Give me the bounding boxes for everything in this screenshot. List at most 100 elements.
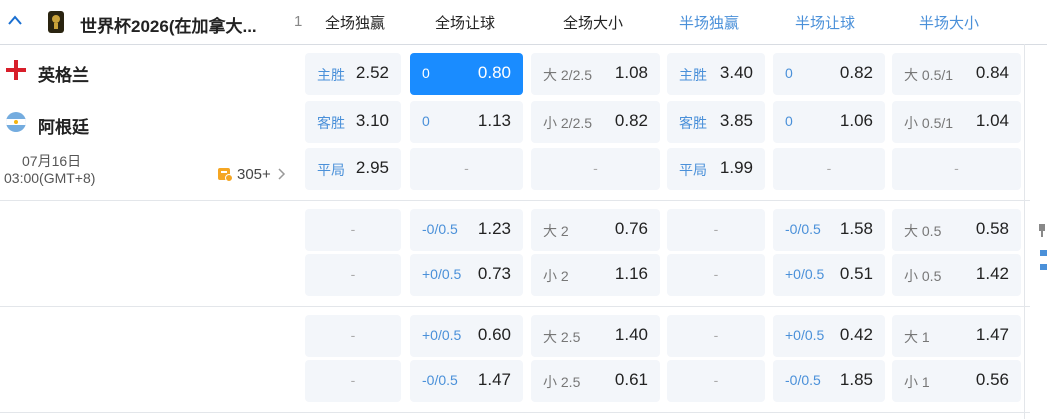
odds-value: 1.85 [839, 370, 873, 389]
odds-cell-fw[interactable]: 平局 2.95 [305, 148, 401, 190]
odds-cell-hw[interactable]: 平局 1.99 [667, 148, 765, 190]
odds-cell-ho[interactable]: 大 0.5/1 0.84 [892, 53, 1021, 95]
odds-cell-hw[interactable]: 客胜 3.85 [667, 101, 765, 143]
odds-value: 0.73 [477, 264, 511, 283]
odds-value: 1.40 [614, 325, 648, 344]
odds-cell-fo[interactable]: 大 2.5 1.40 [531, 315, 660, 357]
odds-cell-fh[interactable]: +0/0.5 0.73 [410, 254, 523, 296]
odds-label: 小 1 [904, 374, 930, 390]
odds-cell-fw: - [305, 209, 401, 251]
odds-cell-ho[interactable]: 小 0.5/1 1.04 [892, 101, 1021, 143]
empty-odds-dash: - [350, 266, 356, 282]
chevron-right-icon[interactable] [278, 168, 286, 180]
col-full-over-under: 全场大小 [562, 15, 623, 32]
col-full-handicap: 全场让球 [434, 15, 495, 32]
odds-label: 大 2.5 [543, 329, 581, 345]
odds-cell-fh: - [410, 148, 523, 190]
odds-cell-fw[interactable]: 客胜 3.10 [305, 101, 401, 143]
odds-cell-fo[interactable]: 小 2 1.16 [531, 254, 660, 296]
odds-cell-fh[interactable]: 0 1.13 [410, 101, 523, 143]
col-full-1x2: 全场独赢 [324, 15, 385, 32]
odds-cell-hh[interactable]: -0/0.5 1.85 [773, 360, 885, 402]
odds-label: 小 0.5/1 [904, 115, 954, 131]
odds-value: 0.82 [839, 63, 873, 82]
odds-cell-fw[interactable]: 主胜 2.52 [305, 53, 401, 95]
odds-cell-fh[interactable]: -0/0.5 1.23 [410, 209, 523, 251]
odds-label: 小 2/2.5 [543, 115, 593, 131]
odds-cell-hw: - [667, 254, 765, 296]
odds-label: -0/0.5 [785, 221, 821, 237]
league-name[interactable]: 世界杯2026(在加拿大... [80, 12, 257, 37]
odds-value: 0.80 [477, 63, 511, 82]
empty-odds-dash: - [826, 160, 832, 176]
header-divider [0, 44, 1047, 45]
home-team[interactable]: 英格兰 [38, 61, 89, 86]
chevron-up-icon[interactable] [8, 15, 22, 25]
odds-value: 1.13 [477, 111, 511, 130]
col-half-over-under: 半场大小 [918, 15, 979, 32]
odds-value: 1.58 [839, 219, 873, 238]
odds-value: 0.60 [477, 325, 511, 344]
odds-cell-fo[interactable]: 大 2 0.76 [531, 209, 660, 251]
odds-label: 0 [785, 65, 793, 81]
col-half-handicap: 半场让球 [794, 15, 855, 32]
empty-odds-dash: - [954, 160, 959, 176]
odds-cell-fw: - [305, 254, 401, 296]
empty-odds-dash: - [593, 160, 598, 176]
odds-value: 1.99 [719, 158, 753, 177]
odds-cell-hh[interactable]: -0/0.5 1.58 [773, 209, 885, 251]
pin-icon[interactable] [1037, 224, 1047, 238]
odds-cell-fh[interactable]: -0/0.5 1.47 [410, 360, 523, 402]
odds-cell-ho[interactable]: 大 0.5 0.58 [892, 209, 1021, 251]
odds-label: 小 2 [543, 268, 569, 284]
odds-value: 0.42 [839, 325, 873, 344]
odds-cell-fh[interactable]: +0/0.5 0.60 [410, 315, 523, 357]
odds-label: 平局 [679, 162, 707, 178]
odds-label: 大 2/2.5 [543, 67, 593, 83]
empty-odds-dash: - [350, 221, 356, 237]
odds-label: 大 0.5/1 [904, 67, 954, 83]
away-team[interactable]: 阿根廷 [38, 113, 89, 138]
odds-cell-fh[interactable]: 0 0.80 [410, 53, 523, 95]
odds-value: 0.58 [975, 219, 1009, 238]
odds-cell-hw: - [667, 360, 765, 402]
odds-cell-fo[interactable]: 小 2/2.5 0.82 [531, 101, 660, 143]
odds-value: 2.52 [355, 63, 389, 82]
odds-value: 1.47 [975, 325, 1009, 344]
odds-value: 0.56 [975, 370, 1009, 389]
odds-cell-fo: - [531, 148, 660, 190]
odds-cell-ho[interactable]: 大 1 1.47 [892, 315, 1021, 357]
odds-cell-fo[interactable]: 小 2.5 0.61 [531, 360, 660, 402]
odds-cell-ho[interactable]: 小 0.5 1.42 [892, 254, 1021, 296]
odds-value: 1.04 [975, 111, 1009, 130]
side-marker-2[interactable] [1040, 264, 1047, 270]
odds-label: 大 0.5 [904, 223, 942, 239]
odds-label: 小 0.5 [904, 268, 942, 284]
odds-cell-hh[interactable]: +0/0.5 0.51 [773, 254, 885, 296]
odds-label: 0 [422, 113, 430, 129]
section-divider [0, 306, 1030, 307]
odds-value: 0.76 [614, 219, 648, 238]
odds-value: 0.51 [839, 264, 873, 283]
col-half-1x2: 半场独赢 [678, 15, 739, 32]
section-divider [0, 200, 1030, 201]
empty-odds-dash: - [713, 221, 719, 237]
league-match-count: 1 [294, 13, 303, 30]
side-marker-1[interactable] [1040, 250, 1047, 256]
empty-odds-dash: - [350, 327, 356, 343]
odds-cell-hh: - [773, 148, 885, 190]
odds-value: 1.42 [975, 264, 1009, 283]
odds-label: -0/0.5 [785, 372, 821, 388]
argentina-flag-icon [6, 112, 26, 132]
odds-cell-hh[interactable]: 0 0.82 [773, 53, 885, 95]
more-markets-count[interactable]: 305+ [237, 166, 271, 183]
odds-cell-hh[interactable]: +0/0.5 0.42 [773, 315, 885, 357]
odds-value: 1.06 [839, 111, 873, 130]
odds-cell-ho[interactable]: 小 1 0.56 [892, 360, 1021, 402]
odds-label: 大 1 [904, 329, 930, 345]
empty-odds-dash: - [464, 160, 469, 176]
match-date: 07月16日 [22, 153, 82, 169]
odds-cell-fo[interactable]: 大 2/2.5 1.08 [531, 53, 660, 95]
odds-cell-hh[interactable]: 0 1.06 [773, 101, 885, 143]
odds-cell-hw[interactable]: 主胜 3.40 [667, 53, 765, 95]
